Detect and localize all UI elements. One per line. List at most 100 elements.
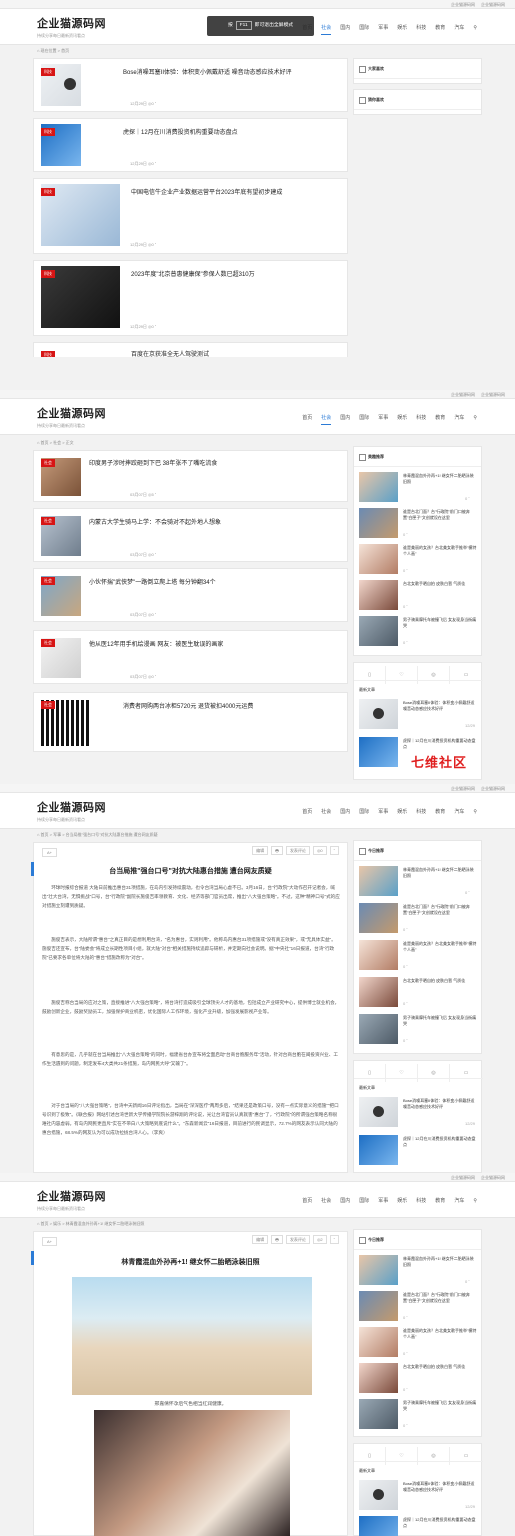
article-title[interactable]: Bose消噪耳塞II体验：体积变小佩戴舒适 噪音动态感应技术好评 [123,67,292,76]
article-title[interactable]: 印度男子涉时摔跤砸到下巴 38年张不了嘴吃流食 [89,458,217,467]
category-tag[interactable]: 社会 [41,517,55,525]
top-link[interactable]: 企业猫源码网 [451,1175,475,1180]
side-article[interactable]: 台北女歌手晒自拍 皮肤白皙 气质佳 0 ˚ [359,580,479,613]
nav-item[interactable]: 军事 [378,25,388,31]
side-title[interactable]: Bose消噪耳塞II体验：体积变小佩戴舒适 噪音动态感应技术好评 [403,1481,477,1493]
nav-item[interactable]: 社会 [321,1198,331,1204]
print-icon[interactable]: 🖶 [271,846,283,855]
nav-item[interactable]: 社会 [321,809,331,815]
side-article[interactable]: 谁是台北门面？台"行政院"前门口被弃置"白匣子"文创就设在这里 0 ˚ [359,903,479,936]
side-title[interactable]: 台北女歌手晒自拍 皮肤白皙 气质佳 [403,1364,477,1370]
print-icon[interactable]: 🖶 [271,1235,283,1244]
side-article[interactable]: Bose消噪耳塞II体验：体积变小佩戴舒适 噪音动态感应技术好评 12/29 [359,699,479,732]
site-logo[interactable]: 企业猫源码网 持续分享每日最新资讯看点 [37,15,106,39]
nav-item[interactable]: 国内 [340,1198,350,1204]
top-link[interactable]: 企业猫源码网 [481,2,505,7]
side-title[interactable]: 男子骑乘摩托车被撞飞后 女友现身当街痛哭 [403,617,477,629]
side-article[interactable]: 谁是台北门面？台"行政院"前门口被弃置"白匣子"文创就设在这里 0 ˚ [359,1291,479,1324]
side-title[interactable]: 台北女歌手晒自拍 皮肤白皙 气质佳 [403,978,477,984]
side-thumbnail[interactable] [359,940,398,970]
side-title[interactable]: 男子骑乘摩托车被撞飞后 女友现身当街痛哭 [403,1015,477,1027]
category-tag[interactable]: 科技 [41,270,55,278]
nav-item[interactable]: 国内 [340,415,350,421]
article-title[interactable]: 内蒙古大学生骑马上学：不会骑对不起外地人想象 [89,517,221,526]
tab-latest-icon[interactable]: ▯ [354,666,386,684]
article-card[interactable]: 社会 他从医12年用手机绘漫画 网友：被医生耽误的画家 03月07日 ◎0 ˚ [33,630,348,684]
site-title[interactable]: 企业猫源码网 [37,799,106,815]
side-article[interactable]: 虎探｜12月在川消费投资机构重要动态盘点 [359,1516,479,1536]
side-thumbnail[interactable] [359,903,398,933]
nav-item[interactable]: 社会 [321,415,332,425]
article-card[interactable]: 科技 百度在京获准全无人驾驶测试 [33,342,348,357]
side-title[interactable]: 虎探｜12月在川消费投资机构重要动态盘点 [403,1517,477,1529]
side-article[interactable]: 台北女歌手晒自拍 皮肤白皙 气质佳 0 ˚ [359,977,479,1010]
side-title[interactable]: 林青霞混血外孙再+1! 继女怀二胎晒泳装旧照 [403,1256,477,1268]
search-icon[interactable]: ⚲ [473,809,477,815]
side-thumbnail[interactable] [359,1480,398,1510]
side-thumbnail[interactable] [359,1014,398,1044]
article-card[interactable]: 社会 消费者网购两台冰柜5720元 退货被扣4000元运费 [33,692,348,752]
tab-latest-icon[interactable]: ▯ [354,1447,386,1465]
edit-button[interactable]: 编辑 [252,1235,269,1244]
category-tag[interactable]: 科技 [41,68,55,76]
category-tag[interactable]: 社会 [41,577,55,585]
side-thumbnail[interactable] [359,1097,398,1127]
side-thumbnail[interactable] [359,580,398,610]
side-article[interactable]: 林青霞混血外孙再+1! 继女怀二胎晒泳装旧照 0 ˚ [359,1255,479,1288]
nav-item[interactable]: 娱乐 [397,25,407,31]
side-thumbnail[interactable] [359,472,398,502]
side-article[interactable]: Bose消噪耳塞II体验：体积变小佩戴舒适 噪音动态感应技术好评 12/29 [359,1480,479,1513]
font-size-button[interactable]: A+ [42,1237,58,1246]
side-thumbnail[interactable] [359,1255,398,1285]
top-link[interactable]: 企业猫源码网 [481,1175,505,1180]
side-article[interactable]: 男子骑乘摩托车被撞飞后 女友现身当街痛哭 0 ˚ [359,1014,479,1047]
nav-item[interactable]: 娱乐 [397,809,407,815]
site-logo[interactable]: 企业猫源码网 持续分享每日最新资讯看点 [37,405,106,429]
tab-comments-icon[interactable]: ▭ [450,666,482,684]
article-card[interactable]: 科技 Bose消噪耳塞II体验：体积变小佩戴舒适 噪音动态感应技术好评 12月2… [33,58,348,112]
category-tag[interactable]: 社会 [41,639,55,647]
side-title[interactable]: Bose消噪耳塞II体验：体积变小佩戴舒适 噪音动态感应技术好评 [403,700,477,712]
category-tag[interactable]: 科技 [41,128,55,136]
article-title[interactable]: 小伙怀揣"武侠梦"一路倒立爬上塔 每分钟翻34个 [89,577,216,586]
beach-group-photo[interactable] [72,1277,312,1395]
side-thumbnail[interactable] [359,544,398,574]
top-link[interactable]: 企业猫源码网 [481,392,505,397]
article-title[interactable]: 消费者网购两台冰柜5720元 退货被扣4000元运费 [123,701,253,710]
nav-item[interactable]: 教育 [435,415,445,421]
nav-item[interactable]: 汽车 [454,25,464,31]
side-thumbnail[interactable] [359,699,398,729]
site-title[interactable]: 企业猫源码网 [37,1188,106,1204]
nav-item[interactable]: 科技 [416,25,426,31]
like-button[interactable]: ˚ [329,1235,339,1244]
site-logo[interactable]: 企业猫源码网 持续分享每日最新资讯看点 [37,799,106,823]
search-icon[interactable]: ⚲ [473,1198,477,1204]
nav-item[interactable]: 教育 [435,25,445,31]
tab-views-icon[interactable]: ◎ [418,1064,450,1082]
side-thumbnail[interactable] [359,508,398,538]
search-icon[interactable]: ⚲ [473,25,477,31]
font-size-button[interactable]: A+ [42,848,58,857]
side-article[interactable]: 男子骑乘摩托车被撞飞后 女友现身当街痛哭 0 ˚ [359,1399,479,1432]
side-title[interactable]: 台北女歌手晒自拍 皮肤白皙 气质佳 [403,581,477,587]
tab-comments-icon[interactable]: ▭ [450,1064,482,1082]
side-title[interactable]: Bose消噪耳塞II体验：体积变小佩戴舒适 噪音动态感应技术好评 [403,1098,477,1110]
side-article[interactable]: 台北女歌手晒自拍 皮肤白皙 气质佳 0 ˚ [359,1363,479,1396]
side-article[interactable]: 谁是美丽的女孩？台北美女歌手推举"模特个人画" 0 ˚ [359,1327,479,1360]
tab-hot-icon[interactable]: ♡ [386,1447,418,1465]
side-thumbnail[interactable] [359,977,398,1007]
selfie-photo[interactable] [94,1410,290,1536]
edit-button[interactable]: 编辑 [252,846,269,855]
side-title[interactable]: 谁是台北门面？台"行政院"前门口被弃置"白匣子"文创就设在这里 [403,1292,477,1304]
side-article[interactable]: 虎探｜12月在川消费投资机构重要动态盘点 [359,1135,479,1168]
nav-item[interactable]: 娱乐 [397,1198,407,1204]
side-thumbnail[interactable] [359,1399,398,1429]
nav-item[interactable]: 科技 [416,809,426,815]
side-title[interactable]: 谁是美丽的女孩？台北美女歌手推举"模特个人画" [403,545,477,557]
nav-item[interactable]: 国内 [340,25,350,31]
side-title[interactable]: 虎探｜12月在川消费投资机构重要动态盘点 [403,1136,477,1148]
nav-item[interactable]: 社会 [321,25,332,35]
side-article[interactable]: Bose消噪耳塞II体验：体积变小佩戴舒适 噪音动态感应技术好评 12/29 [359,1097,479,1130]
side-title[interactable]: 虎探｜12月在川消费投资机构重要动态盘点 [403,738,477,750]
category-tag[interactable]: 社会 [41,459,55,467]
